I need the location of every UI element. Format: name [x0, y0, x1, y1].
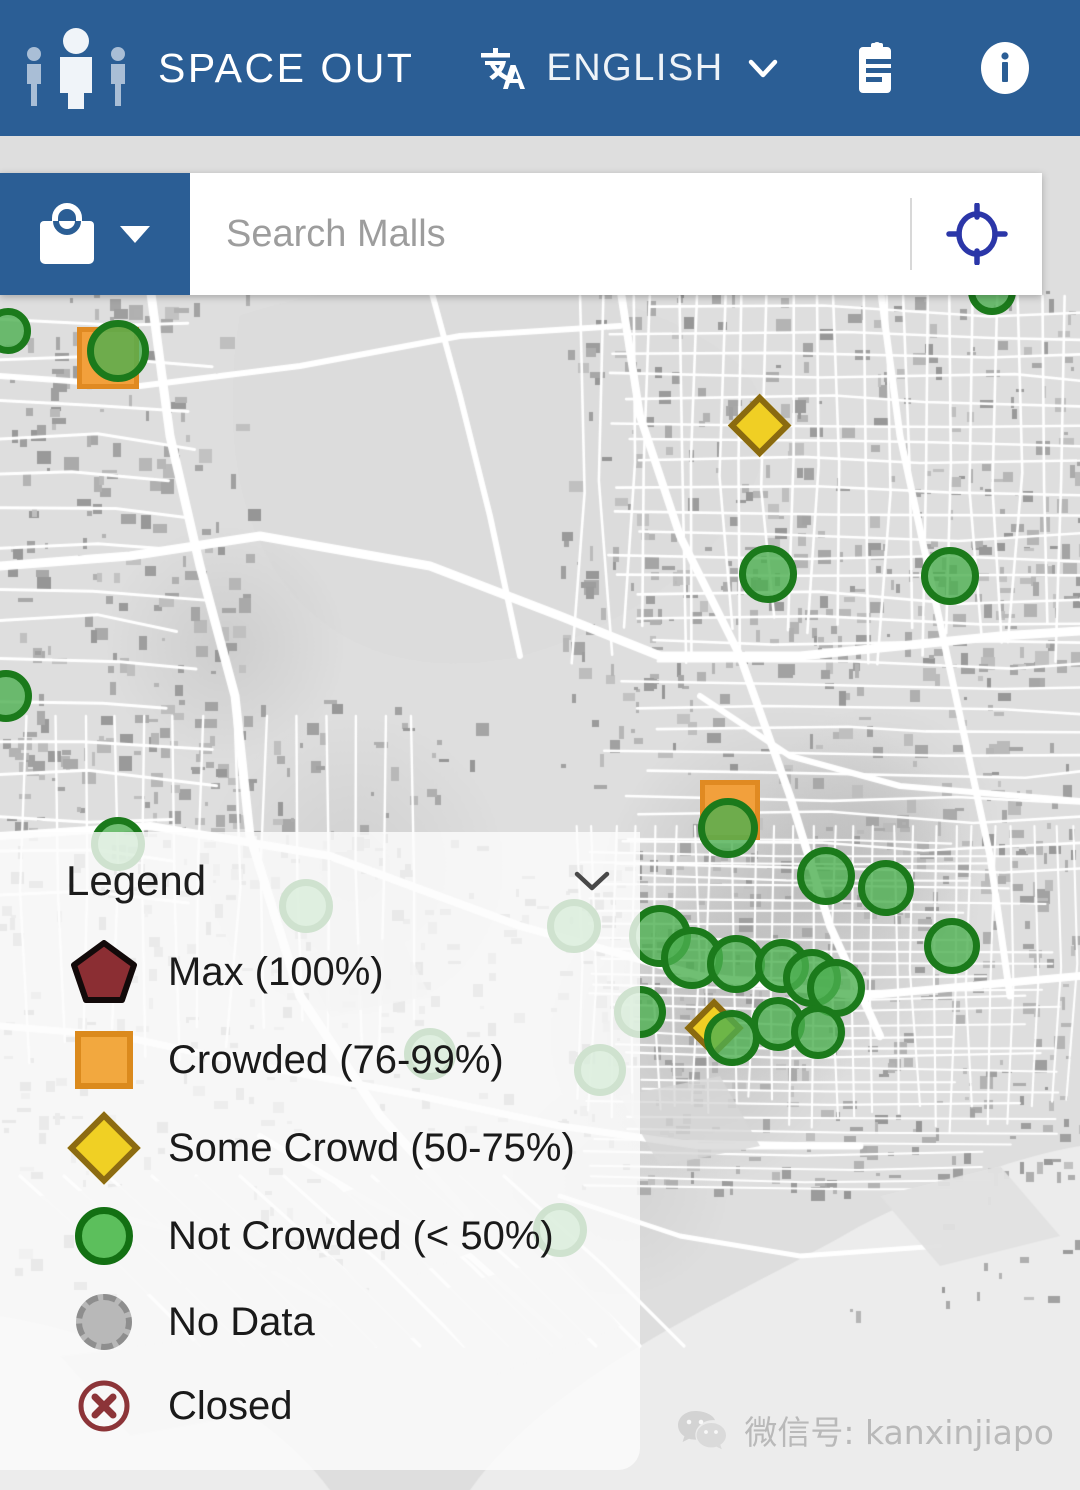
shopping-bag-icon	[38, 203, 96, 265]
map-marker-circle[interactable]	[739, 545, 797, 603]
map-marker-circle[interactable]	[698, 798, 758, 858]
page-title: SPACE OUT	[158, 45, 414, 92]
map-marker-circle[interactable]	[87, 320, 149, 382]
map-marker-circle[interactable]	[791, 1005, 845, 1059]
legend-symbol-circle-icon	[62, 1207, 146, 1265]
crosshair-locate-icon	[946, 203, 1008, 265]
legend-header[interactable]: Legend	[0, 850, 640, 912]
legend-item[interactable]: Max (100%)	[0, 928, 640, 1016]
map-marker-circle[interactable]	[797, 847, 855, 905]
legend-symbol-circle-x-icon	[62, 1378, 146, 1434]
search-input[interactable]	[190, 173, 910, 295]
legend-panel: Legend Max (100%) Crowded (76-99%) Some Cr…	[0, 832, 640, 1470]
legend-item[interactable]: Some Crowd (50-75%)	[0, 1104, 640, 1192]
language-selector[interactable]: ENGLISH	[476, 43, 779, 93]
legend-symbol-dashed-circle-icon	[62, 1294, 146, 1350]
language-label: ENGLISH	[546, 47, 723, 90]
wechat-icon	[676, 1408, 728, 1452]
three-people-icon	[20, 27, 132, 109]
legend-item[interactable]: No Data	[0, 1280, 640, 1364]
map-marker-circle[interactable]	[921, 547, 979, 605]
chevron-down-icon[interactable]	[572, 868, 612, 894]
legend-item-label: Crowded (76-99%)	[168, 1038, 504, 1083]
legend-item[interactable]: Closed	[0, 1364, 640, 1448]
map-marker-circle[interactable]	[704, 1010, 760, 1066]
legend-item[interactable]: Crowded (76-99%)	[0, 1016, 640, 1104]
map-marker-circle[interactable]	[924, 918, 980, 974]
legend-symbol-square-icon	[62, 1031, 146, 1089]
translate-icon	[476, 43, 526, 93]
header-actions	[856, 41, 1032, 95]
category-filter-button[interactable]	[0, 173, 190, 295]
legend-symbol-pentagon-icon	[62, 940, 146, 1004]
legend-item-label: Not Crowded (< 50%)	[168, 1214, 554, 1259]
legend-title: Legend	[66, 857, 206, 905]
legend-item-label: Closed	[168, 1384, 293, 1429]
map-marker-circle[interactable]	[0, 308, 31, 354]
watermark: 微信号: kanxinjiapo	[676, 1406, 1054, 1454]
map-marker-diamond[interactable]	[728, 394, 792, 458]
legend-item-label: No Data	[168, 1300, 315, 1345]
space-out-app: SPACE OUT ENGLISH	[0, 0, 1080, 1490]
caret-down-icon	[118, 223, 152, 245]
legend-symbol-diamond-icon	[62, 1122, 146, 1174]
app-header: SPACE OUT ENGLISH	[0, 0, 1080, 136]
legend-item-list: Max (100%) Crowded (76-99%) Some Crowd (50…	[0, 928, 640, 1448]
watermark-text: 微信号: kanxinjiapo	[744, 1406, 1054, 1454]
legend-item-label: Some Crowd (50-75%)	[168, 1126, 575, 1171]
legend-item-label: Max (100%)	[168, 950, 384, 995]
info-circle-icon[interactable]	[978, 41, 1032, 95]
clipboard-icon[interactable]	[856, 41, 902, 95]
map-marker-circle[interactable]	[858, 860, 914, 916]
search-field-container	[190, 173, 1042, 295]
search-bar	[0, 173, 1042, 295]
legend-item[interactable]: Not Crowded (< 50%)	[0, 1192, 640, 1280]
map-marker-circle[interactable]	[0, 670, 32, 722]
locate-me-button[interactable]	[912, 203, 1042, 265]
chevron-down-icon[interactable]	[746, 51, 780, 85]
